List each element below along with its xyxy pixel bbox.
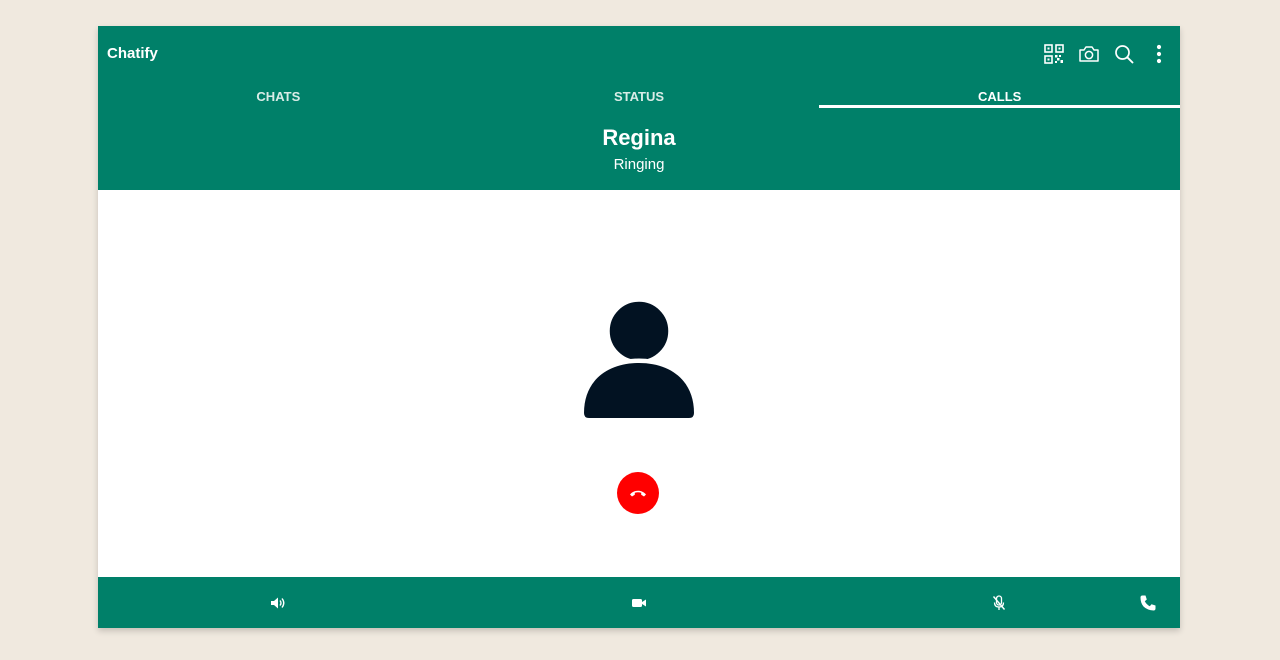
app-title: Chatify bbox=[107, 45, 158, 62]
top-app-bar: Chatify CHATS STATUS CALLS bbox=[98, 26, 1180, 108]
camera-icon[interactable] bbox=[1077, 42, 1101, 66]
tab-status[interactable]: STATUS bbox=[459, 82, 820, 108]
more-vert-icon[interactable] bbox=[1147, 42, 1171, 66]
video-icon[interactable] bbox=[628, 592, 650, 614]
tab-chats[interactable]: CHATS bbox=[98, 82, 459, 108]
phone-icon[interactable] bbox=[1137, 592, 1159, 614]
tab-bar: CHATS STATUS CALLS bbox=[98, 82, 1180, 108]
speaker-icon[interactable] bbox=[267, 592, 289, 614]
end-call-button[interactable] bbox=[617, 472, 659, 514]
tab-calls[interactable]: CALLS bbox=[819, 82, 1180, 108]
qr-code-icon[interactable] bbox=[1042, 42, 1066, 66]
chat-app-window: Chatify CHATS STATUS CALLS Regina Ringin… bbox=[98, 26, 1180, 628]
caller-name: Regina bbox=[602, 125, 676, 150]
call-status: Ringing bbox=[613, 156, 665, 173]
mic-off-icon[interactable] bbox=[988, 592, 1010, 614]
call-controls-bar bbox=[98, 577, 1180, 628]
call-header: Regina Ringing bbox=[98, 108, 1180, 190]
search-icon[interactable] bbox=[1112, 42, 1136, 66]
hang-up-icon bbox=[630, 490, 646, 497]
person-avatar-icon bbox=[583, 300, 695, 419]
toolbar-actions bbox=[1042, 42, 1180, 66]
